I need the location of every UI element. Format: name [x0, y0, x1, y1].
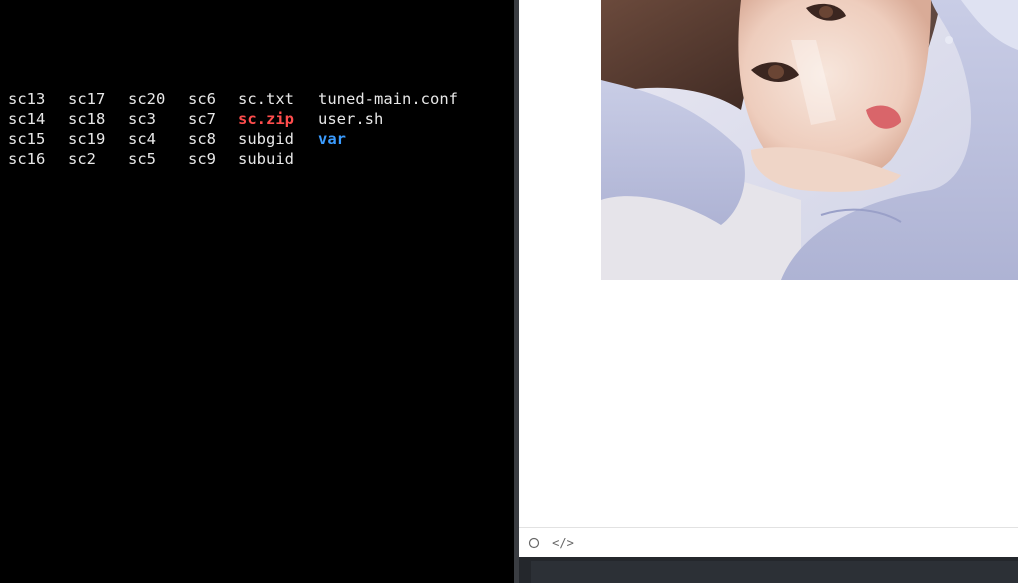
- bottom-panel: [519, 557, 1018, 583]
- code-icon[interactable]: </>: [549, 532, 577, 554]
- ls-entry-file: [318, 149, 478, 169]
- ls-entry-file: sc8: [188, 130, 216, 148]
- ls-entry-dir: var: [318, 130, 346, 148]
- ls-entry-file: user.sh: [318, 110, 384, 128]
- ls-entry-file: sc3: [128, 110, 156, 128]
- portrait-photo: [601, 0, 1018, 280]
- ls-entry-file: sc2: [68, 150, 96, 168]
- ls-entry-file: sc14: [8, 110, 46, 128]
- ls-entry-file: sc18: [68, 110, 106, 128]
- ls-entry-file: subuid: [238, 150, 294, 168]
- ls-entry-file: sc5: [128, 150, 156, 168]
- code-icon-glyph: </>: [552, 535, 574, 550]
- ls-entry-file: tuned-main.conf: [318, 90, 458, 108]
- circle-icon[interactable]: [523, 532, 545, 554]
- ls-entry-file: sc.txt: [238, 90, 294, 108]
- ls-entry-archive: sc.zip: [238, 110, 294, 128]
- ls-entry-file: sc15: [8, 130, 46, 148]
- ls-entry-file: sc13: [8, 90, 46, 108]
- ls-entry-file: sc19: [68, 130, 106, 148]
- ls-entry-file: sc17: [68, 90, 106, 108]
- ls-entry-file: subgid: [238, 130, 294, 148]
- ls-entry-file: sc9: [188, 150, 216, 168]
- ls-entry-file: sc6: [188, 90, 216, 108]
- terminal-pane[interactable]: sc13 sc17 sc20 sc6 sc.txt tuned-main.conf sc14…: [0, 0, 514, 583]
- ls-entry-file: sc7: [188, 110, 216, 128]
- ls-entry-file: sc20: [128, 90, 166, 108]
- ls-entry-file: sc16: [8, 150, 46, 168]
- preview-footer: </>: [519, 527, 1018, 557]
- bottom-panel-surface: [531, 561, 1018, 583]
- ls-entry-file: sc4: [128, 130, 156, 148]
- preview-pane: </>: [519, 0, 1018, 557]
- ls-output: sc13 sc17 sc20 sc6 sc.txt tuned-main.conf sc14…: [8, 89, 478, 169]
